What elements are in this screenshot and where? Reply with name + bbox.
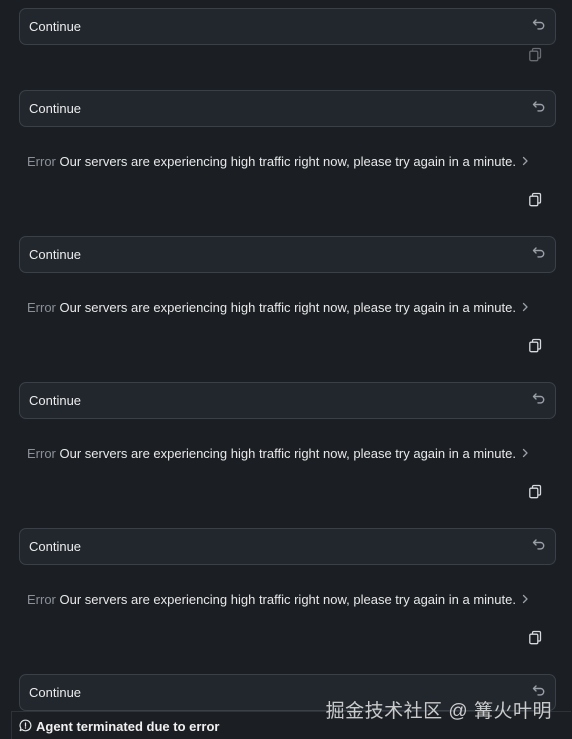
user-message[interactable]: Continue: [19, 8, 556, 45]
user-message-text: Continue: [29, 393, 82, 408]
user-message-text: Continue: [29, 101, 82, 116]
user-message[interactable]: Continue: [19, 90, 556, 127]
chevron-right-icon[interactable]: [520, 594, 530, 604]
divider: [11, 711, 12, 739]
copy-icon[interactable]: [528, 47, 543, 62]
error-text: Our servers are experiencing high traffi…: [59, 300, 516, 315]
undo-icon[interactable]: [532, 683, 546, 697]
copy-icon[interactable]: [528, 484, 543, 499]
user-message[interactable]: Continue: [19, 236, 556, 273]
user-message-text: Continue: [29, 19, 82, 34]
chat-bubble-icon: [19, 719, 32, 732]
error-message[interactable]: Error Our servers are experiencing high …: [27, 154, 516, 169]
copy-icon[interactable]: [528, 630, 543, 645]
error-text: Our servers are experiencing high traffi…: [59, 592, 516, 607]
error-label: Error: [27, 154, 56, 169]
chevron-right-icon[interactable]: [520, 156, 530, 166]
undo-icon[interactable]: [532, 17, 546, 31]
error-label: Error: [27, 300, 56, 315]
copy-icon[interactable]: [528, 192, 543, 207]
error-label: Error: [27, 446, 56, 461]
user-message-text: Continue: [29, 539, 82, 554]
undo-icon[interactable]: [532, 99, 546, 113]
copy-icon[interactable]: [528, 338, 543, 353]
undo-icon[interactable]: [532, 537, 546, 551]
status-text: Agent terminated due to error: [36, 719, 220, 734]
undo-icon[interactable]: [532, 245, 546, 259]
user-message[interactable]: Continue: [19, 382, 556, 419]
user-message-text: Continue: [29, 685, 82, 700]
undo-icon[interactable]: [532, 391, 546, 405]
agent-chat-panel: Continue Continue Error Our servers are …: [0, 0, 572, 739]
user-message-text: Continue: [29, 247, 82, 262]
error-message[interactable]: Error Our servers are experiencing high …: [27, 446, 516, 461]
watermark: 掘金技术社区 @ 篝火叶明: [325, 701, 552, 722]
error-text: Our servers are experiencing high traffi…: [59, 154, 516, 169]
error-label: Error: [27, 592, 56, 607]
error-message[interactable]: Error Our servers are experiencing high …: [27, 592, 516, 607]
chevron-right-icon[interactable]: [520, 302, 530, 312]
error-text: Our servers are experiencing high traffi…: [59, 446, 516, 461]
chevron-right-icon[interactable]: [520, 448, 530, 458]
error-message[interactable]: Error Our servers are experiencing high …: [27, 300, 516, 315]
user-message[interactable]: Continue: [19, 528, 556, 565]
